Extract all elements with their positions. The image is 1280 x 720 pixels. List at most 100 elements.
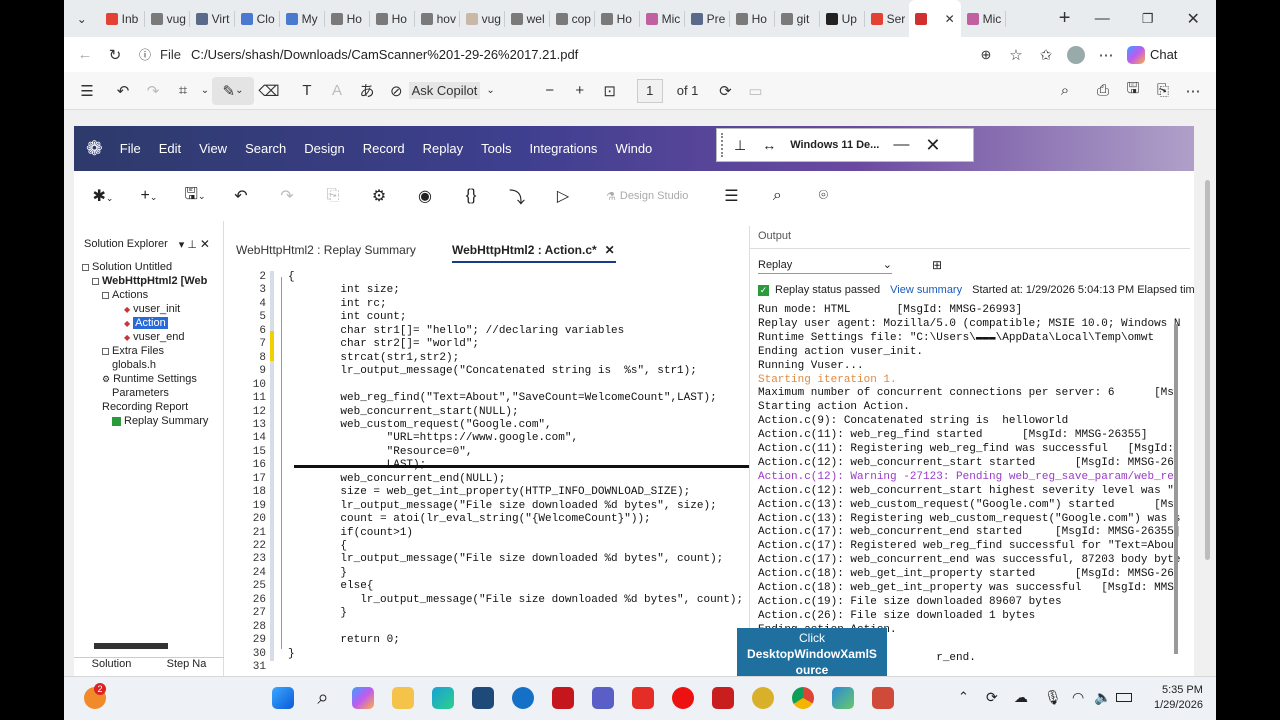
tree-item[interactable]: ◆ Action [124, 317, 168, 329]
copilot-icon[interactable] [352, 687, 374, 709]
code-line[interactable]: strcat(str1,str2); [314, 352, 459, 364]
undo-icon[interactable]: ↶ [108, 77, 138, 105]
tab-solution[interactable]: Solution [92, 658, 132, 676]
code-line[interactable]: } [288, 648, 295, 660]
record-icon[interactable]: ◉ [402, 186, 448, 206]
code-line[interactable]: count = atoi(lr_eval_string("{WelcomeCou… [314, 513, 650, 525]
code-line[interactable]: } [314, 607, 347, 619]
code-line[interactable]: web_concurrent_end(NULL); [314, 473, 505, 485]
browser-tab[interactable]: Ho [370, 0, 414, 37]
tab-replay-summary[interactable]: WebHttpHtml2 : Replay Summary [236, 243, 416, 257]
eraser-icon[interactable]: ⌫ [254, 77, 284, 105]
microphone-icon[interactable]: 🎙 [1044, 689, 1062, 706]
browser-tab[interactable]: Ho [325, 0, 369, 37]
code-line[interactable]: "URL=https://www.google.com", [314, 432, 578, 444]
compile-icon[interactable]: ⚙ [356, 186, 402, 206]
new-tab-button[interactable]: + [1050, 5, 1080, 33]
copilot-chat-button[interactable]: Chat [1126, 45, 1177, 64]
highlight-icon[interactable]: ⌗ [168, 77, 198, 105]
pdf-scrollbar[interactable] [1205, 180, 1210, 560]
list-icon[interactable]: ☰ [708, 186, 754, 206]
draw-icon[interactable]: ✎ ⌄ [212, 76, 254, 105]
battery-icon[interactable] [1116, 693, 1132, 702]
code-line[interactable]: web_custom_request("Google.com", [314, 419, 551, 431]
minimize-icon[interactable]: — [893, 136, 909, 154]
save-icon[interactable]: 🖫⌄ [172, 183, 218, 210]
tree-item[interactable]: WebHttpHtml2 [Web [92, 275, 207, 287]
text-icon[interactable]: T [292, 77, 322, 105]
code-line[interactable]: LAST); [314, 459, 427, 471]
code-line[interactable]: lr_output_message("File size downloaded … [314, 500, 716, 512]
tree-item[interactable]: ◆ vuser_init [124, 303, 180, 315]
close-tab-icon[interactable]: ✕ [945, 12, 955, 26]
scan-icon[interactable]: ⌾ [800, 187, 846, 205]
start-button[interactable] [272, 687, 294, 709]
code-line[interactable]: { [314, 540, 347, 552]
step-icon[interactable]: ⤵ [494, 184, 540, 208]
redo-icon[interactable]: ↷ [138, 77, 168, 105]
acrobat-icon[interactable] [712, 687, 734, 709]
expander-icon[interactable] [102, 291, 109, 299]
edge-icon[interactable] [432, 687, 454, 709]
more-options-icon[interactable]: ⋯ [1178, 77, 1208, 105]
volume-icon[interactable]: 🔈 [1094, 689, 1111, 706]
code-line[interactable]: if(count>1) [314, 527, 413, 539]
code-line[interactable]: lr_output_message("File size downloaded … [314, 594, 743, 606]
code-line[interactable]: size = web_get_int_property(HTTP_INFO_DO… [314, 486, 690, 498]
code-line[interactable]: else{ [314, 580, 373, 592]
chrome-icon[interactable] [792, 687, 814, 709]
menu-item-record[interactable]: Record [354, 141, 414, 156]
contents-icon[interactable]: ☰ [72, 77, 102, 105]
favorite-star-icon[interactable]: ☆ [1001, 41, 1031, 69]
code-line[interactable]: } [314, 567, 347, 579]
wifi-icon[interactable]: ◠ [1072, 689, 1084, 706]
settings-icon[interactable]: ✱⌄ [80, 186, 126, 206]
fit-page-icon[interactable]: ⊡ [595, 77, 625, 105]
youtube-icon[interactable] [632, 687, 654, 709]
browser-tab[interactable]: git [775, 0, 819, 37]
favorites-icon[interactable]: ✩ [1031, 41, 1061, 69]
menu-item-replay[interactable]: Replay [414, 141, 472, 156]
dell-icon[interactable] [512, 687, 534, 709]
code-line[interactable]: "Resource=0", [314, 446, 473, 458]
save-icon[interactable]: 🖫 [1118, 77, 1148, 105]
profile-avatar[interactable] [1061, 41, 1091, 69]
code-line[interactable]: { [288, 271, 295, 283]
menu-item-windo[interactable]: Windo [606, 141, 661, 156]
cloud-icon[interactable]: ☁ [1014, 689, 1028, 706]
menu-item-search[interactable]: Search [236, 141, 295, 156]
browser-tab[interactable]: hov [415, 0, 459, 37]
braces-icon[interactable]: {} [448, 187, 494, 205]
pin-icon[interactable]: ⊥ [734, 137, 746, 154]
close-icon[interactable]: ✕ [200, 237, 210, 251]
minimize-window-button[interactable]: — [1079, 5, 1125, 33]
file-explorer-icon[interactable] [392, 687, 414, 709]
code-line[interactable]: lr_output_message("File size downloaded … [314, 553, 723, 565]
mcafee-icon[interactable] [552, 687, 574, 709]
close-icon[interactable]: ✕ [605, 243, 615, 257]
address-field[interactable]: C:/Users/shash/Downloads/CamScanner%201-… [191, 47, 971, 62]
add-icon[interactable]: +⌄ [126, 187, 172, 205]
browser-tab[interactable]: Clo [235, 0, 279, 37]
tree-item[interactable]: Solution Untitled [82, 261, 172, 273]
undo-icon[interactable]: ↶ [218, 186, 264, 206]
rotate-icon[interactable]: ⟳ [710, 77, 740, 105]
app-icon[interactable] [752, 687, 774, 709]
tree-item[interactable]: ◆ vuser_end [124, 331, 185, 343]
print-icon[interactable]: ⎙ [1088, 77, 1118, 105]
photos-icon[interactable] [832, 687, 854, 709]
browser-tab[interactable]: Pre [685, 0, 729, 37]
code-line[interactable]: char str2[]= "world"; [314, 338, 479, 350]
code-line[interactable]: int rc; [314, 298, 386, 310]
view-summary-link[interactable]: View summary [890, 284, 962, 296]
browser-tab[interactable]: Mic [640, 0, 684, 37]
refresh-button[interactable]: ↻ [100, 41, 130, 69]
expander-icon[interactable] [102, 347, 109, 355]
expander-icon[interactable] [82, 263, 89, 271]
browser-tab[interactable]: cop [550, 0, 594, 37]
tab-list-button[interactable]: ⌄ [64, 5, 100, 33]
close-icon[interactable]: ✕ [925, 135, 940, 156]
menu-item-tools[interactable]: Tools [472, 141, 520, 156]
browser-tab[interactable]: Mic [961, 0, 1005, 37]
expand-arrows-icon[interactable]: ↔ [762, 137, 776, 153]
